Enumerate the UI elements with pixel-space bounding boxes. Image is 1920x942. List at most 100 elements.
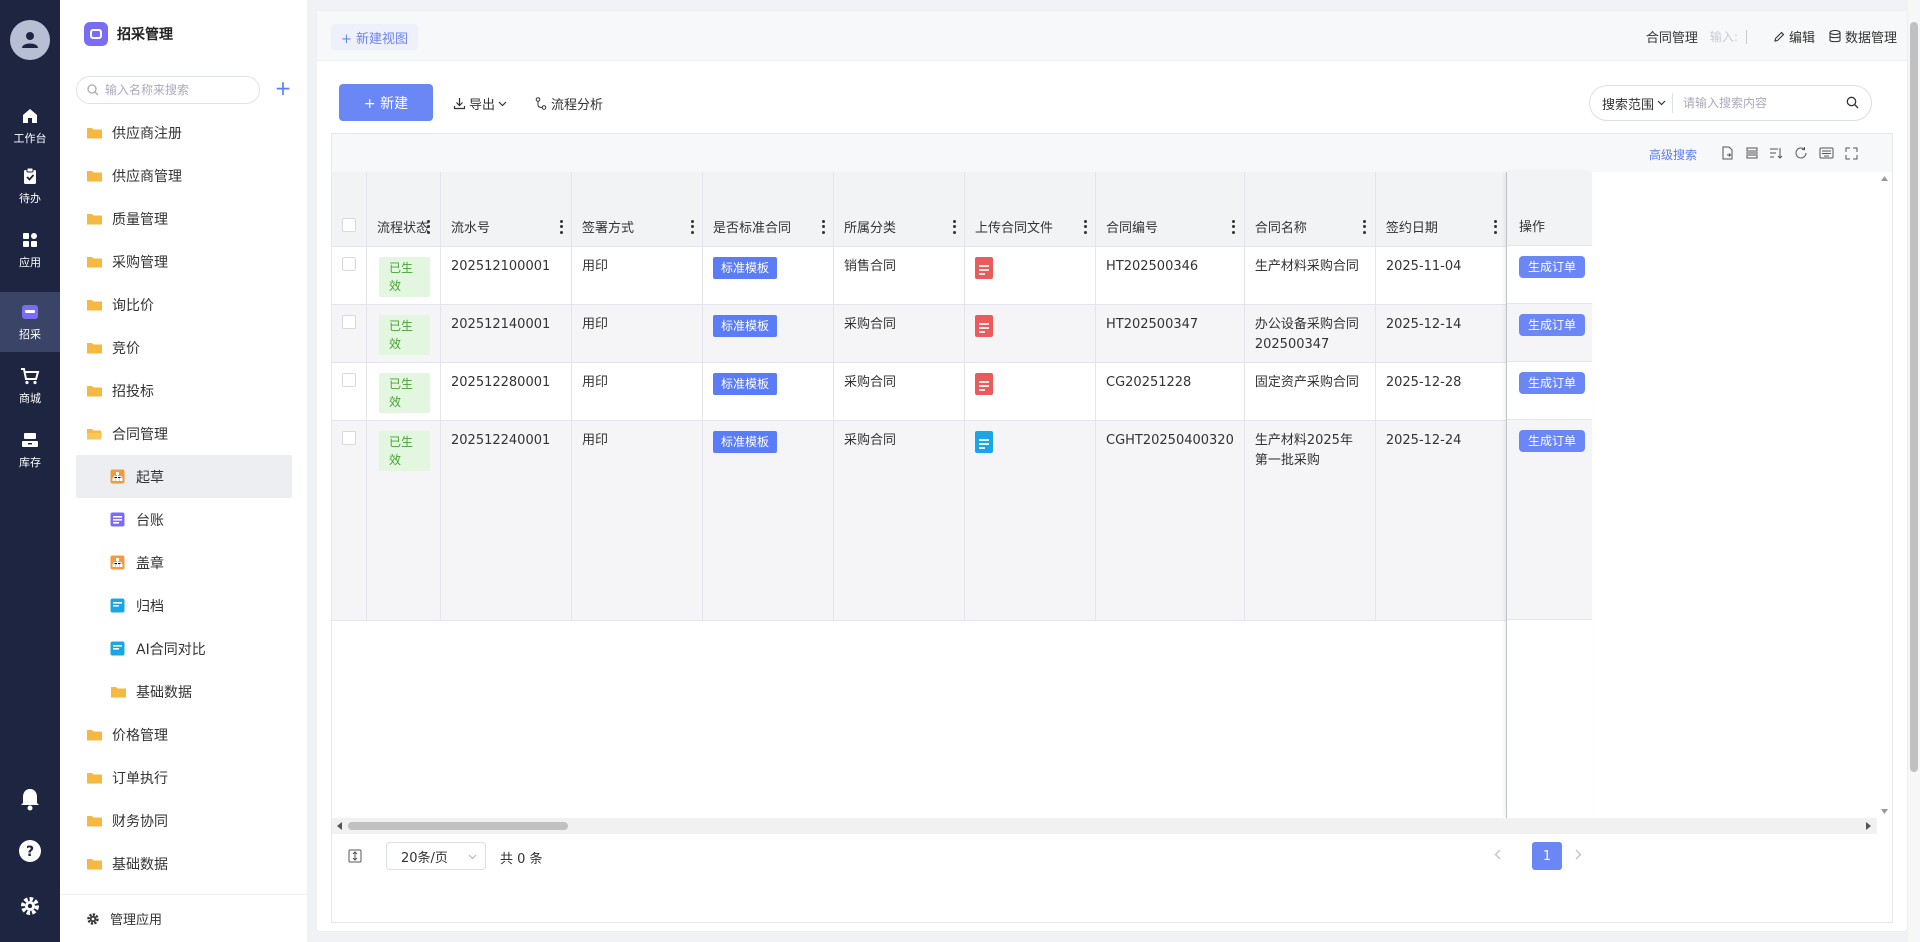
sidebar-item[interactable]: AI合同对比 xyxy=(76,627,292,670)
sidebar-item[interactable]: 质量管理 xyxy=(76,197,292,240)
select-all-checkbox[interactable] xyxy=(342,217,356,232)
sidebar-item[interactable]: 合同管理 xyxy=(76,412,292,455)
generate-order-button[interactable]: 生成订单 xyxy=(1519,430,1586,452)
rail-item-inventory[interactable]: 库存 xyxy=(0,422,60,478)
page-scroll-thumb[interactable] xyxy=(1910,22,1918,772)
serial-cell: 202512140001 xyxy=(440,304,572,363)
table-row[interactable]: 已生效 202512140001 用印 标准模板 采购合同 HT202500347 办公设备… xyxy=(332,304,1547,363)
column-header[interactable]: 合同名称 xyxy=(1244,172,1376,247)
column-menu-icon[interactable] xyxy=(426,219,430,234)
generate-order-button[interactable]: 生成订单 xyxy=(1519,256,1586,278)
sidebar-item[interactable]: 订单执行 xyxy=(76,756,292,799)
avatar[interactable] xyxy=(10,20,50,60)
file-icon[interactable] xyxy=(975,256,993,279)
file-icon[interactable] xyxy=(975,430,993,453)
table-row[interactable]: 已生效 202512280001 用印 标准模板 采购合同 CG20251228 固定资产采… xyxy=(332,362,1547,421)
search-icon[interactable] xyxy=(1846,96,1859,109)
row-checkbox[interactable] xyxy=(342,314,356,329)
sidebar-item[interactable]: 询比价 xyxy=(76,283,292,326)
column-header[interactable]: 签署方式 xyxy=(571,172,703,247)
column-header[interactable]: 所属分类 xyxy=(833,172,965,247)
fullscreen-icon[interactable] xyxy=(1843,145,1859,161)
sidebar-item[interactable]: 盖章 xyxy=(76,541,292,584)
sidebar-item[interactable]: 价格管理 xyxy=(76,713,292,756)
row-checkbox[interactable] xyxy=(342,430,356,445)
column-title: 流水号 xyxy=(451,220,491,236)
input-hint[interactable]: 输入: xyxy=(1710,28,1738,45)
column-menu-icon[interactable] xyxy=(690,219,694,234)
notification-bell[interactable] xyxy=(18,787,42,811)
generate-order-button[interactable]: 生成订单 xyxy=(1519,372,1586,394)
column-header[interactable]: 签约日期 xyxy=(1375,172,1507,247)
column-settings-icon[interactable] xyxy=(1744,145,1760,161)
rail-item-apps[interactable]: 应用 xyxy=(0,222,60,278)
rail-item-mall[interactable]: 商城 xyxy=(0,358,60,414)
new-button[interactable]: + 新建 xyxy=(339,84,433,121)
sidebar-item[interactable]: 归档 xyxy=(76,584,292,627)
add-item-button[interactable]: + xyxy=(272,78,294,100)
table-row[interactable]: 已生效 202512100001 用印 标准模板 销售合同 HT202500346 生产材料… xyxy=(332,246,1547,305)
prev-page-button[interactable] xyxy=(1494,848,1501,864)
vertical-scrollbar[interactable] xyxy=(1877,172,1892,818)
row-checkbox[interactable] xyxy=(342,256,356,271)
page-scrollbar[interactable] xyxy=(1908,0,1920,942)
rail-item-workbench[interactable]: 工作台 xyxy=(0,98,60,154)
generate-order-button[interactable]: 生成订单 xyxy=(1519,314,1586,336)
column-menu-icon[interactable] xyxy=(1363,219,1367,234)
column-menu-icon[interactable] xyxy=(559,219,563,234)
manage-app-button[interactable]: 管理应用 xyxy=(60,894,308,942)
rail-item-todo[interactable]: 待办 xyxy=(0,158,60,214)
sidebar-item[interactable]: 供应商管理 xyxy=(76,154,292,197)
advanced-search-link[interactable]: 高级搜索 xyxy=(1649,146,1697,163)
column-menu-icon[interactable] xyxy=(821,219,825,234)
scroll-up-icon[interactable] xyxy=(1881,176,1888,181)
search-scope-select[interactable]: 搜索范围 xyxy=(1590,93,1674,113)
sidebar-item[interactable]: 竞价 xyxy=(76,326,292,369)
data-manage-button[interactable]: 数据管理 xyxy=(1829,27,1897,46)
column-header[interactable]: 流程状态 xyxy=(366,172,441,247)
export-button[interactable]: 导出 xyxy=(453,94,507,113)
column-header[interactable]: 流水号 xyxy=(440,172,572,247)
row-checkbox[interactable] xyxy=(342,372,356,387)
page-size-select[interactable]: 20条/页 xyxy=(386,842,486,870)
search-input[interactable] xyxy=(1683,96,1834,110)
keyboard-icon[interactable] xyxy=(1818,145,1834,161)
flow-analysis-button[interactable]: 流程分析 xyxy=(535,94,603,113)
column-header[interactable]: 是否标准合同 xyxy=(702,172,834,247)
scroll-right-icon[interactable] xyxy=(1866,822,1871,830)
sidebar-item[interactable]: 基础数据 xyxy=(76,842,292,885)
refresh-icon[interactable] xyxy=(1793,145,1809,161)
column-menu-icon[interactable] xyxy=(1494,219,1498,234)
sidebar-item[interactable]: 供应商注册 xyxy=(76,111,292,154)
edit-button[interactable]: 编辑 xyxy=(1773,27,1815,46)
rail-item-procurement[interactable]: 招采 xyxy=(0,292,60,352)
scroll-left-icon[interactable] xyxy=(337,822,342,830)
column-menu-icon[interactable] xyxy=(1232,219,1236,234)
help-button[interactable]: ? xyxy=(18,839,42,863)
sidebar-item[interactable]: 财务协同 xyxy=(76,799,292,842)
sort-icon[interactable] xyxy=(1768,145,1784,161)
column-menu-icon[interactable] xyxy=(1083,219,1087,234)
contract-code-cell: CG20251228 xyxy=(1095,362,1245,421)
current-page-button[interactable]: 1 xyxy=(1532,842,1562,870)
scroll-down-icon[interactable] xyxy=(1881,809,1888,814)
column-menu-icon[interactable] xyxy=(952,219,956,234)
sidebar-item[interactable]: 采购管理 xyxy=(76,240,292,283)
sidebar-search-input[interactable] xyxy=(105,83,255,97)
export-file-icon[interactable] xyxy=(1719,145,1735,161)
row-height-icon[interactable] xyxy=(348,849,362,863)
next-page-button[interactable] xyxy=(1575,848,1582,864)
sidebar-item[interactable]: 招投标 xyxy=(76,369,292,412)
file-icon[interactable] xyxy=(975,372,993,395)
settings-button[interactable] xyxy=(18,894,42,918)
sidebar-item[interactable]: 起草 xyxy=(76,455,292,498)
column-header[interactable]: 上传合同文件 xyxy=(964,172,1096,247)
sidebar-item[interactable]: 基础数据 xyxy=(76,670,292,713)
horizontal-scrollbar[interactable] xyxy=(332,818,1877,834)
horizontal-scroll-thumb[interactable] xyxy=(348,822,568,830)
column-header[interactable]: 合同编号 xyxy=(1095,172,1245,247)
file-icon[interactable] xyxy=(975,314,993,337)
new-view-button[interactable]: + 新建视图 xyxy=(331,24,419,50)
table-row[interactable]: 已生效 202512240001 用印 标准模板 采购合同 CGHT20250400320… xyxy=(332,420,1547,621)
sidebar-item[interactable]: 台账 xyxy=(76,498,292,541)
